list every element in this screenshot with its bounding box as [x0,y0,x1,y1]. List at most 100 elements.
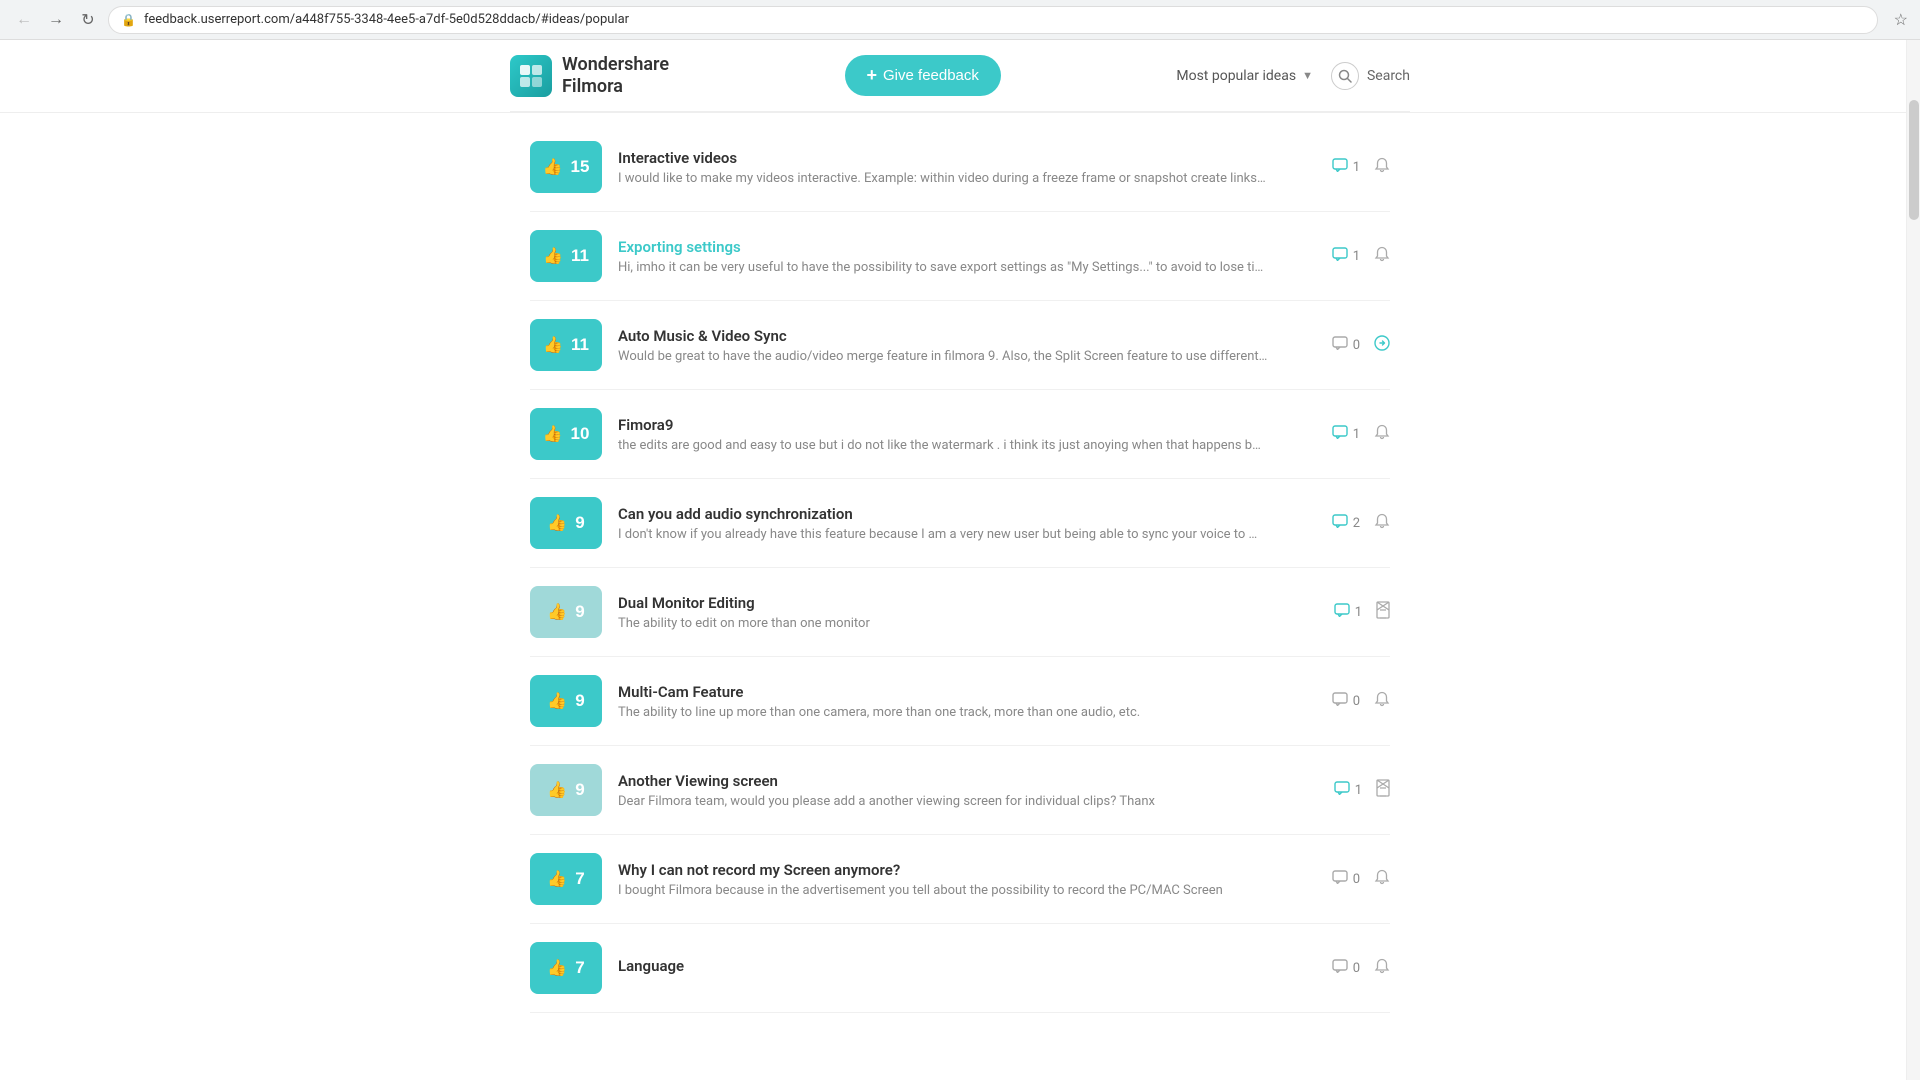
reload-button[interactable]: ↻ [76,8,100,32]
idea-title: Why I can not record my Screen anymore? [618,861,1316,879]
header-right: Most popular ideas ▼ Search [1176,62,1410,90]
idea-description: Hi, imho it can be very useful to have t… [618,260,1316,275]
thumbs-up-icon: 👍 [547,691,567,711]
forward-button[interactable]: → [44,8,68,32]
idea-content: Can you add audio synchronization I don'… [618,505,1316,542]
vote-count: 9 [575,691,584,711]
give-feedback-button[interactable]: + Give feedback [845,55,1001,96]
idea-description: Would be great to have the audio/video m… [618,349,1316,364]
idea-title[interactable]: Exporting settings [618,238,1316,256]
vote-count: 15 [571,157,590,177]
comment-icon [1332,336,1348,354]
ideas-list-container: 👍 15 Interactive videos I would like to … [510,123,1410,1013]
logo-icon [510,55,552,97]
thumbs-up-icon: 👍 [547,780,567,800]
vote-button[interactable]: 👍 11 [530,230,602,282]
list-item: 👍 9 Dual Monitor Editing The ability to … [530,568,1390,657]
header-center: + Give feedback [845,55,1001,96]
idea-meta: 0 [1332,691,1390,712]
idea-content: Dual Monitor Editing The ability to edit… [618,594,1318,631]
search-icon [1331,62,1359,90]
bell-icon[interactable] [1374,691,1390,712]
idea-content: Another Viewing screen Dear Filmora team… [618,772,1318,809]
scrollbar-thumb[interactable] [1909,100,1919,220]
comment-icon [1332,870,1348,888]
logo-area[interactable]: Wondershare Filmora [510,54,669,97]
comment-count: 1 [1334,781,1362,799]
list-item: 👍 11 Auto Music & Video Sync Would be gr… [530,301,1390,390]
vote-button[interactable]: 👍 7 [530,942,602,994]
vote-button[interactable]: 👍 9 [530,675,602,727]
idea-description: The ability to edit on more than one mon… [618,616,1318,631]
hourglass-icon[interactable] [1376,601,1390,623]
bell-icon[interactable] [1374,424,1390,445]
comment-icon [1334,781,1350,799]
list-item: 👍 11 Exporting settings Hi, imho it can … [530,212,1390,301]
idea-description: Dear Filmora team, would you please add … [618,794,1318,809]
list-item: 👍 9 Multi-Cam Feature The ability to lin… [530,657,1390,746]
arrow-icon[interactable] [1374,335,1390,355]
idea-content: Auto Music & Video Sync Would be great t… [618,327,1316,364]
idea-meta: 2 [1332,513,1390,534]
comment-count: 0 [1332,870,1360,888]
comment-count: 2 [1332,514,1360,532]
thumbs-up-icon: 👍 [547,869,567,889]
vote-count: 9 [575,513,584,533]
most-popular-dropdown[interactable]: Most popular ideas ▼ [1176,68,1313,84]
vote-count: 10 [571,424,590,444]
idea-meta: 1 [1334,601,1390,623]
ideas-list: 👍 15 Interactive videos I would like to … [530,123,1390,1013]
site-header: Wondershare Filmora + Give feedback Most… [510,40,1410,112]
idea-title: Interactive videos [618,149,1316,167]
comment-count: 1 [1334,603,1362,621]
thumbs-up-icon: 👍 [543,246,563,266]
list-item: 👍 15 Interactive videos I would like to … [530,123,1390,212]
idea-meta: 0 [1332,335,1390,355]
bell-icon[interactable] [1374,513,1390,534]
bell-icon[interactable] [1374,246,1390,267]
comment-icon [1334,603,1350,621]
comment-count: 0 [1332,336,1360,354]
chevron-down-icon: ▼ [1302,69,1313,82]
idea-title: Can you add audio synchronization [618,505,1316,523]
idea-content: Fimora9 the edits are good and easy to u… [618,416,1316,453]
idea-content: Why I can not record my Screen anymore? … [618,861,1316,898]
comment-count: 1 [1332,425,1360,443]
idea-description: I don't know if you already have this fe… [618,527,1316,542]
vote-button[interactable]: 👍 11 [530,319,602,371]
comment-icon [1332,959,1348,977]
plus-icon: + [867,65,878,86]
vote-button[interactable]: 👍 10 [530,408,602,460]
thumbs-up-icon: 👍 [543,335,563,355]
bell-icon[interactable] [1374,958,1390,979]
comment-count: 0 [1332,959,1360,977]
hourglass-icon[interactable] [1376,779,1390,801]
vote-button[interactable]: 👍 9 [530,764,602,816]
idea-title: Auto Music & Video Sync [618,327,1316,345]
idea-content: Exporting settings Hi, imho it can be ve… [618,238,1316,275]
idea-meta: 0 [1332,958,1390,979]
search-area[interactable]: Search [1331,62,1410,90]
vote-count: 9 [575,602,584,622]
idea-title: Multi-Cam Feature [618,683,1316,701]
vote-button[interactable]: 👍 9 [530,586,602,638]
back-button[interactable]: ← [12,8,36,32]
comment-icon [1332,425,1348,443]
idea-description: the edits are good and easy to use but i… [618,438,1316,453]
address-bar[interactable]: 🔒 feedback.userreport.com/a448f755-3348-… [108,6,1878,34]
bell-icon[interactable] [1374,869,1390,890]
vote-button[interactable]: 👍 7 [530,853,602,905]
vote-button[interactable]: 👍 9 [530,497,602,549]
idea-description: I bought Filmora because in the advertis… [618,883,1316,898]
thumbs-up-icon: 👍 [547,513,567,533]
scrollbar-track[interactable] [1906,40,1920,1080]
comment-icon [1332,247,1348,265]
vote-count: 7 [575,869,584,889]
idea-meta: 1 [1332,157,1390,178]
bell-icon[interactable] [1374,157,1390,178]
vote-button[interactable]: 👍 15 [530,141,602,193]
idea-title: Fimora9 [618,416,1316,434]
list-item: 👍 10 Fimora9 the edits are good and easy… [530,390,1390,479]
bookmark-icon[interactable]: ☆ [1894,10,1908,29]
thumbs-up-icon: 👍 [547,602,567,622]
